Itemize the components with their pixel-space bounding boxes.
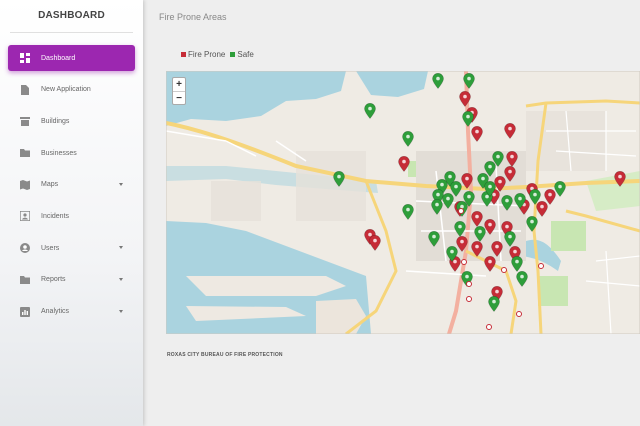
sidebar-item-incidents[interactable]: Incidents xyxy=(8,203,135,229)
map-zoom-control: + − xyxy=(172,77,186,105)
fire-prone-map-marker[interactable] xyxy=(398,156,410,172)
sidebar-item-label: Dashboard xyxy=(41,54,76,62)
safe-map-marker[interactable] xyxy=(454,221,466,237)
safe-map-marker[interactable] xyxy=(526,216,538,232)
incident-map-dot[interactable] xyxy=(501,267,507,273)
sidebar-item-label: New Application xyxy=(41,86,91,94)
fire-prone-map-marker[interactable] xyxy=(484,256,496,272)
safe-map-marker[interactable] xyxy=(462,111,474,127)
incident-map-dot[interactable] xyxy=(461,259,467,265)
incident-map-dot[interactable] xyxy=(538,263,544,269)
fire-prone-map[interactable]: + − xyxy=(166,71,640,334)
safe-legend-label: Safe xyxy=(237,50,254,59)
brand-divider xyxy=(10,32,133,33)
fire-prone-legend-swatch xyxy=(181,52,186,57)
fire-prone-map-marker[interactable] xyxy=(461,173,473,189)
sidebar-item-analytics[interactable]: Analytics xyxy=(8,299,135,325)
zoom-in-button[interactable]: + xyxy=(173,78,185,91)
safe-map-marker[interactable] xyxy=(431,199,443,215)
dashboard-icon xyxy=(19,53,30,64)
sidebar: DASHBOARD Dashboard New Application Buildi… xyxy=(0,0,143,426)
main-content: Fire Prone Areas Fire Prone Safe + − ROX… xyxy=(143,0,640,426)
safe-map-marker[interactable] xyxy=(333,171,345,187)
safe-map-marker[interactable] xyxy=(501,195,513,211)
fire-prone-map-marker[interactable] xyxy=(504,123,516,139)
sidebar-item-businesses[interactable]: Businesses xyxy=(8,140,135,166)
zoom-out-button[interactable]: − xyxy=(173,91,185,104)
sidebar-item-reports[interactable]: Reports xyxy=(8,267,135,293)
incident-map-dot[interactable] xyxy=(486,324,492,330)
sidebar-item-buildings[interactable]: Buildings xyxy=(8,108,135,134)
sidebar-item-label: Users xyxy=(41,244,60,252)
safe-map-marker[interactable] xyxy=(516,271,528,287)
safe-map-marker[interactable] xyxy=(529,189,541,205)
safe-map-marker[interactable] xyxy=(474,226,486,242)
fire-prone-map-marker[interactable] xyxy=(459,91,471,107)
chevron-down-icon xyxy=(119,246,123,250)
sidebar-item-label: Maps xyxy=(41,181,59,189)
reports-folder-icon xyxy=(19,274,30,285)
safe-map-marker[interactable] xyxy=(463,73,475,89)
map-icon xyxy=(19,179,30,190)
fire-prone-map-marker[interactable] xyxy=(369,235,381,251)
safe-map-marker[interactable] xyxy=(514,193,526,209)
fire-prone-map-marker[interactable] xyxy=(471,241,483,257)
analytics-icon xyxy=(19,306,30,317)
sidebar-item-label: Reports xyxy=(41,276,66,284)
sidebar-item-label: Incidents xyxy=(41,212,70,220)
chevron-down-icon xyxy=(119,309,123,313)
safe-map-marker[interactable] xyxy=(364,103,376,119)
safe-legend-swatch xyxy=(230,52,236,57)
sidebar-item-label: Analytics xyxy=(41,308,70,315)
fire-prone-map-marker[interactable] xyxy=(614,171,626,187)
sidebar-item-new-application[interactable]: New Application xyxy=(8,77,135,103)
fire-prone-map-marker[interactable] xyxy=(471,126,483,142)
page-title: Fire Prone Areas xyxy=(159,12,227,22)
safe-map-marker[interactable] xyxy=(511,256,523,272)
safe-map-marker[interactable] xyxy=(402,204,414,220)
sidebar-nav: Dashboard New Application Buildings Busines… xyxy=(8,45,135,330)
incident-map-dot[interactable] xyxy=(458,208,464,214)
safe-map-marker[interactable] xyxy=(402,131,414,147)
sidebar-item-label: Buildings xyxy=(41,117,70,125)
sidebar-item-label: Businesses xyxy=(41,149,77,157)
safe-map-marker[interactable] xyxy=(428,231,440,247)
safe-map-marker[interactable] xyxy=(446,246,458,262)
chevron-down-icon xyxy=(119,277,123,281)
brand-title[interactable]: DASHBOARD xyxy=(0,10,143,21)
safe-map-marker[interactable] xyxy=(504,231,516,247)
safe-map-marker[interactable] xyxy=(442,193,454,209)
safe-map-marker[interactable] xyxy=(554,181,566,197)
sidebar-item-maps[interactable]: Maps xyxy=(8,172,135,198)
incident-map-dot[interactable] xyxy=(516,311,522,317)
fire-prone-map-marker[interactable] xyxy=(491,241,503,257)
map-legend: Fire Prone Safe xyxy=(181,50,259,59)
folder-icon xyxy=(19,148,30,159)
fire-prone-legend-label: Fire Prone xyxy=(188,50,226,59)
map-base-tiles xyxy=(166,71,640,334)
safe-map-marker[interactable] xyxy=(484,181,496,197)
footer-text: ROXAS CITY BUREAU OF FIRE PROTECTION xyxy=(167,352,283,358)
user-icon xyxy=(19,243,30,254)
fire-prone-map-marker[interactable] xyxy=(506,151,518,167)
incident-icon xyxy=(19,211,30,222)
incident-map-dot[interactable] xyxy=(466,281,472,287)
building-icon xyxy=(19,116,30,127)
sidebar-item-dashboard[interactable]: Dashboard xyxy=(8,45,135,71)
fire-prone-map-marker[interactable] xyxy=(471,211,483,227)
chevron-down-icon xyxy=(119,182,123,186)
safe-map-marker[interactable] xyxy=(488,296,500,312)
file-icon xyxy=(19,84,30,95)
safe-map-marker[interactable] xyxy=(432,73,444,89)
incident-map-dot[interactable] xyxy=(466,296,472,302)
sidebar-item-users[interactable]: Users xyxy=(8,235,135,261)
